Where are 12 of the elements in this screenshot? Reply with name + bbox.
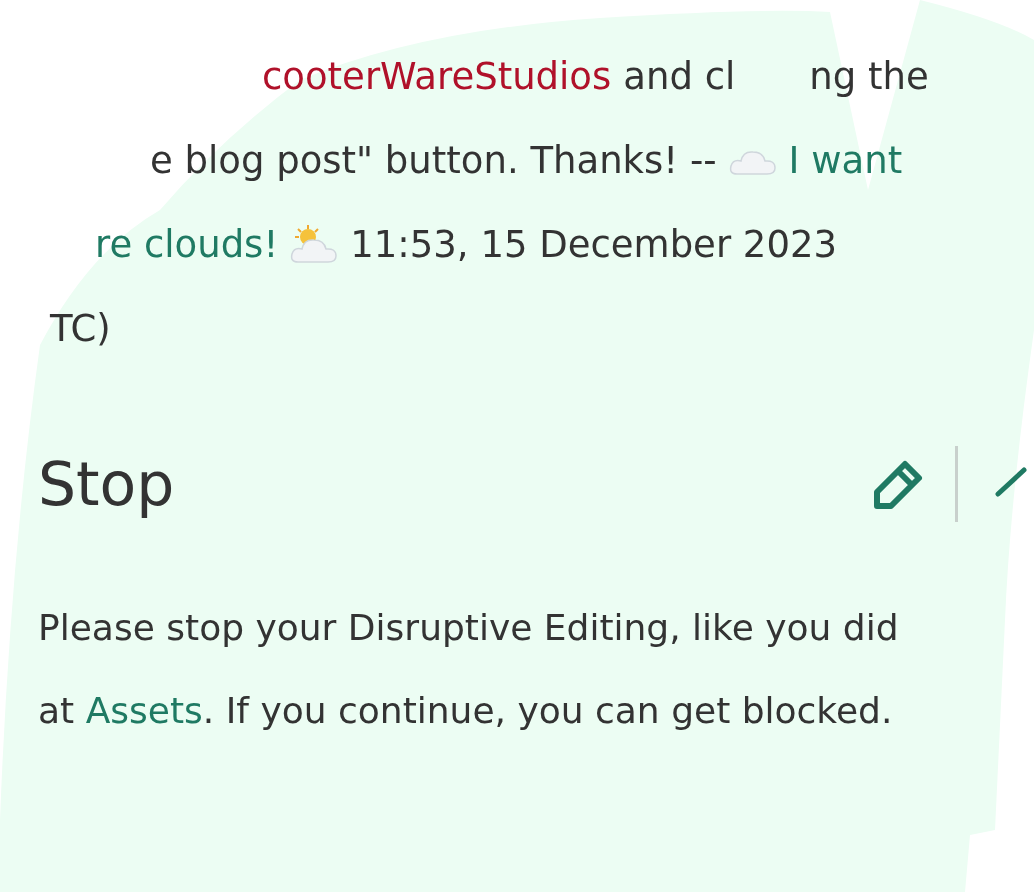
section-heading: Stop <box>38 449 176 519</box>
user-link[interactable]: cooterWareStudios <box>262 54 612 98</box>
signature-link[interactable]: I want <box>788 138 903 182</box>
section-paragraph: Please stop your Disruptive Editing, like you did at Assets. If you continue, you can get blocked. <box>38 606 900 733</box>
article-link[interactable]: Assets <box>85 690 203 731</box>
comment-text: ng the <box>809 54 929 98</box>
comment-text: 11:53, 15 December 2023 <box>350 222 837 266</box>
comment-text: TC) <box>50 306 111 350</box>
signature-link[interactable]: re clouds! <box>95 222 279 266</box>
comment-text: e blog post" button. Thanks! -- <box>150 138 717 182</box>
comment-text: and cl <box>623 54 736 98</box>
sun-cloud-icon <box>290 224 339 264</box>
